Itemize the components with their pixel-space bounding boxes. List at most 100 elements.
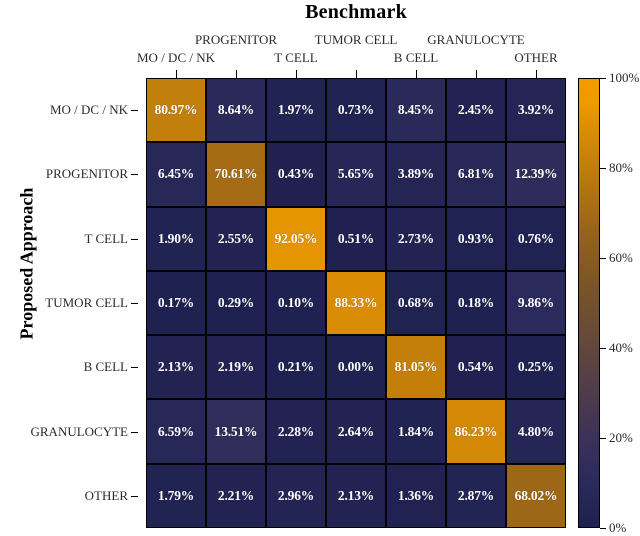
matrix-cell-value: 0.51% [337, 230, 375, 246]
matrix-cell-value: 0.73% [337, 102, 375, 118]
matrix-cell-value: 2.28% [277, 423, 315, 439]
matrix-cell: 0.73% [326, 78, 386, 143]
matrix-cell-value: 4.80% [517, 423, 555, 439]
matrix-cell: 9.86% [506, 270, 566, 336]
x-axis-tick-2 [296, 70, 297, 78]
matrix-cell: 1.97% [266, 78, 326, 143]
matrix-cell: 6.81% [446, 142, 506, 207]
x-axis-label-3: TUMOR CELL [314, 32, 398, 47]
x-axis-tick-0 [176, 70, 177, 78]
matrix-cell-value: 6.59% [157, 423, 195, 439]
matrix-cell: 0.17% [146, 270, 206, 336]
matrix-cell-value: 0.29% [217, 294, 255, 310]
matrix-cell: 0.29% [206, 270, 266, 336]
matrix-cell-value: 86.23% [454, 423, 498, 439]
x-axis-tick-3 [356, 70, 357, 78]
matrix-cell-value: 3.92% [517, 102, 555, 118]
matrix-cell: 80.97% [146, 78, 206, 143]
matrix-cell: 0.51% [326, 206, 386, 271]
matrix-cell-value: 2.73% [397, 230, 435, 246]
matrix-cell: 3.92% [506, 78, 566, 143]
colorbar: 100% 80% 60% 40% 20% 0% [578, 70, 639, 535]
matrix-cell: 2.96% [266, 463, 326, 528]
y-axis-tick-5 [131, 431, 138, 433]
y-axis-tick-0 [131, 110, 138, 112]
x-axis-label-4: B CELL [393, 50, 439, 65]
matrix-cell-value: 5.65% [337, 166, 375, 182]
matrix-cell-value: 2.21% [217, 487, 255, 503]
y-axis-tick-2 [131, 238, 138, 240]
matrix-cell-value: 2.13% [157, 359, 195, 375]
colorbar-tick-5 [600, 528, 606, 529]
matrix-cell: 2.87% [446, 463, 506, 528]
matrix-cell-value: 0.18% [457, 294, 495, 310]
colorbar-tick-label-0: 100% [609, 70, 640, 85]
y-axis-label-5: GRANULOCYTE [30, 423, 129, 439]
matrix-cell-value: 1.90% [157, 230, 195, 246]
matrix-cell: 1.79% [146, 463, 206, 528]
matrix-cell-value: 0.93% [457, 230, 495, 246]
matrix-cell-value: 6.45% [157, 166, 195, 182]
matrix-cell: 3.89% [386, 142, 446, 207]
matrix-cell-value: 2.55% [217, 230, 255, 246]
matrix-cell-value: 0.25% [517, 359, 555, 375]
colorbar-tick-label-4: 20% [609, 430, 633, 445]
matrix-cell-value: 81.05% [394, 359, 438, 375]
matrix-cell-value: 0.68% [397, 294, 435, 310]
matrix-cell: 1.84% [386, 399, 446, 464]
matrix-cell: 0.10% [266, 270, 326, 336]
matrix-cell: 2.28% [266, 399, 326, 464]
matrix-cell: 12.39% [506, 142, 566, 207]
y-axis-label-4: B CELL [83, 359, 128, 375]
x-axis-tick-1 [236, 70, 237, 78]
matrix-cell: 1.36% [386, 463, 446, 528]
colorbar-tick-0 [600, 78, 606, 79]
matrix-cell-value: 12.39% [514, 166, 558, 182]
confusion-matrix: 80.97% 8.64% 1.97% 0.73% 8.45% 2.45% 3.92% 6.45… [146, 78, 566, 528]
y-axis-label-0: MO / DC / NK [49, 102, 128, 118]
matrix-cell: 5.65% [326, 142, 386, 207]
matrix-cell: 2.45% [446, 78, 506, 143]
matrix-cell-value: 0.00% [337, 359, 375, 375]
matrix-cell-value: 1.79% [157, 487, 195, 503]
page-title: Benchmark [305, 1, 407, 23]
matrix-cell: 1.90% [146, 206, 206, 271]
matrix-cell: 0.18% [446, 270, 506, 336]
matrix-cell-value: 70.61% [214, 166, 258, 182]
matrix-cell-value: 2.87% [457, 487, 495, 503]
matrix-cell-value: 0.10% [277, 294, 315, 310]
matrix-cell-value: 2.19% [217, 359, 255, 375]
matrix-cell: 81.05% [386, 335, 446, 400]
matrix-cell-value: 2.96% [277, 487, 315, 503]
x-axis-label-0: MO / DC / NK [136, 50, 216, 65]
matrix-cell: 4.80% [506, 399, 566, 464]
colorbar-tick-1 [600, 168, 606, 169]
matrix-cell: 0.00% [326, 335, 386, 400]
colorbar-gradient [578, 78, 600, 528]
matrix-cell: 86.23% [446, 399, 506, 464]
matrix-cell: 2.13% [146, 335, 206, 400]
matrix-cell-value: 88.33% [334, 294, 378, 310]
matrix-cell-value: 0.43% [277, 166, 315, 182]
matrix-cell-value: 0.76% [517, 230, 555, 246]
colorbar-tick-label-5: 0% [609, 520, 627, 535]
x-axis-label-6: OTHER [514, 50, 558, 65]
matrix-cell-value: 2.45% [457, 102, 495, 118]
matrix-cell: 8.64% [206, 78, 266, 143]
matrix-cell: 6.45% [146, 142, 206, 207]
x-axis-label-1: PROGENITOR [194, 32, 278, 47]
matrix-cell: 2.55% [206, 206, 266, 271]
y-axis-tick-1 [131, 174, 138, 176]
matrix-cell: 0.43% [266, 142, 326, 207]
y-axis-tick-labels: MO / DC / NK PROGENITOR T CELL TUMOR CELL B … [0, 78, 138, 528]
y-axis-label-6: OTHER [84, 487, 128, 503]
matrix-cell-value: 68.02% [514, 487, 558, 503]
x-axis-label-2: T CELL [274, 50, 318, 65]
matrix-cell: 0.54% [446, 335, 506, 400]
y-axis-label-3: TUMOR CELL [45, 295, 128, 310]
colorbar-tick-label-1: 80% [609, 160, 633, 175]
y-axis-label-2: T CELL [84, 230, 128, 246]
matrix-cell-value: 13.51% [214, 423, 258, 439]
matrix-cell: 2.19% [206, 335, 266, 400]
matrix-cell-value: 1.36% [397, 487, 435, 503]
